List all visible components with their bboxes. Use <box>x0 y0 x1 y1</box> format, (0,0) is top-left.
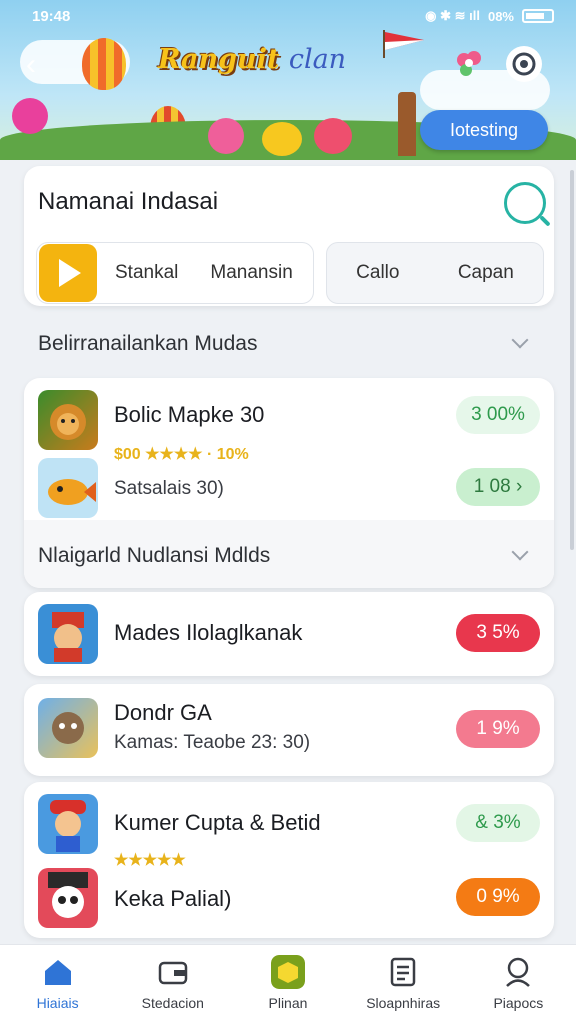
section-heading: Belirranailankan Mudas <box>38 332 258 355</box>
cube-icon[interactable] <box>270 955 305 989</box>
battery-icon <box>522 9 554 23</box>
game-thumbnail-fish[interactable] <box>38 458 98 518</box>
row-title[interactable]: Keka Palial) <box>114 886 231 912</box>
segment-right[interactable]: Callo Capan <box>326 242 544 304</box>
game-thumbnail-hero[interactable] <box>38 604 98 664</box>
game-thumbnail-plumber[interactable] <box>38 794 98 854</box>
list-item[interactable]: Dondr GA Kamas: Teaobe 23: 30) 1 9% <box>24 684 554 776</box>
flower-icon <box>12 98 48 134</box>
percent-pill[interactable]: 1 08 › <box>456 468 540 506</box>
status-time: 19:48 <box>32 7 71 25</box>
list-item[interactable]: Mades Ilolaglkanak 3 5% <box>24 592 554 676</box>
flower-badge-icon[interactable] <box>452 46 488 82</box>
percent-pill[interactable]: 1 9% <box>456 710 540 748</box>
nav-item-plan[interactable]: Plinan <box>233 945 343 1024</box>
rating-stars: ★★★★★ <box>114 852 186 869</box>
wallet-icon[interactable] <box>156 955 190 989</box>
game-thumbnail-panda[interactable] <box>38 868 98 928</box>
game-thumbnail-warrior[interactable] <box>38 698 98 758</box>
segment-left[interactable]: Stankal Manansin <box>36 242 314 304</box>
section-card: Bolic Mapke 30 $00 ★★★★ · 10% 3 00% Sats… <box>24 378 554 588</box>
nav-item-home[interactable]: Hiaiais <box>3 945 113 1024</box>
percent-pill[interactable]: & 3% <box>456 804 540 842</box>
percent-pill[interactable]: 0 9% <box>456 878 540 916</box>
wifi-icon: ◉ ✱ ≋ ıll <box>425 8 480 23</box>
row-subtitle: Satsalais 30) <box>114 478 224 499</box>
list-icon[interactable] <box>386 955 420 989</box>
list-item[interactable]: Kumer Cupta & Betid ★★★★★ & 3% Keka Pali… <box>24 782 554 938</box>
testing-badge-button[interactable]: Iotesting <box>420 110 548 150</box>
row-title[interactable]: Dondr GA <box>114 700 212 726</box>
search-card-title: Namanai Indasai <box>38 188 219 215</box>
segment-left-label-2[interactable]: Manansin <box>210 262 292 284</box>
nav-label[interactable]: Piapocs <box>493 995 543 1011</box>
app-title: Ranguit clan <box>158 44 346 75</box>
status-icons: ◉ ✱ ≋ ıll 08% <box>425 8 554 24</box>
search-profile-icon[interactable] <box>501 955 535 989</box>
nav-label[interactable]: Stedacion <box>142 995 204 1011</box>
nav-label[interactable]: Plinan <box>269 995 308 1011</box>
status-bar: 19:48 ◉ ✱ ≋ ıll 08% <box>0 0 576 32</box>
game-thumbnail-lion[interactable] <box>38 390 98 450</box>
flower-icon <box>314 118 352 154</box>
flower-icon <box>208 118 244 154</box>
nav-label[interactable]: Sloapnhiras <box>366 995 440 1011</box>
nav-item-wallet[interactable]: Stedacion <box>118 945 228 1024</box>
hot-air-balloon-icon <box>82 38 126 90</box>
row-title[interactable]: Bolic Mapke 30 <box>114 402 264 428</box>
nav-item-list[interactable]: Sloapnhiras <box>348 945 458 1024</box>
bottom-navigation: Hiaiais Stedacion Plinan Sloapnhiras Pia… <box>0 944 576 1024</box>
app-title-sub: clan <box>288 44 347 75</box>
back-button[interactable]: ‹ <box>26 48 56 82</box>
play-icon[interactable] <box>39 244 97 302</box>
nav-label[interactable]: Hiaiais <box>37 995 79 1011</box>
search-card: Namanai Indasai Stankal Manansin Callo C… <box>24 166 554 306</box>
segment-left-label-1[interactable]: Stankal <box>115 262 178 284</box>
segment-right-label-1[interactable]: Callo <box>356 262 399 284</box>
row-title[interactable]: Mades Ilolaglkanak <box>114 620 302 646</box>
flag-icon <box>383 30 424 58</box>
percent-pill[interactable]: 3 00% <box>456 396 540 434</box>
row-subtitle: Kamas: Teaobe 23: 30) <box>114 732 311 753</box>
app-title-main: Ranguit <box>158 44 280 75</box>
section-heading: Nlaigarld Nudlansi Mdlds <box>38 544 271 567</box>
flower-icon <box>262 122 302 156</box>
pagoda-decoration <box>398 92 416 156</box>
scrollbar[interactable] <box>570 170 574 550</box>
battery-text: 08% <box>487 8 514 24</box>
percent-pill[interactable]: 3 5% <box>456 614 540 652</box>
rating-text: $00 ★★★★ · 10% <box>114 446 249 463</box>
settings-icon[interactable] <box>506 46 542 82</box>
nav-item-profile[interactable]: Piapocs <box>463 945 573 1024</box>
chevron-down-icon[interactable] <box>511 331 529 349</box>
search-icon[interactable] <box>504 182 546 224</box>
segment-right-label-2[interactable]: Capan <box>458 262 514 284</box>
home-icon[interactable] <box>41 955 75 989</box>
row-title[interactable]: Kumer Cupta & Betid <box>114 810 321 836</box>
